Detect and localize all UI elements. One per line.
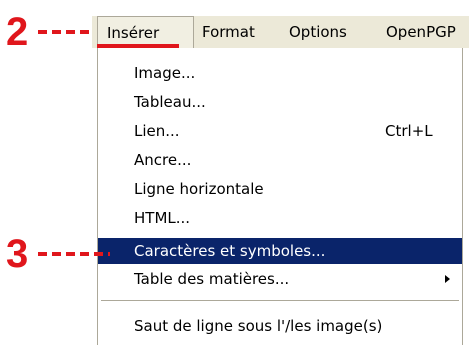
menu-separator	[101, 300, 459, 302]
menu-item-horizontal-line-label: Ligne horizontale	[134, 180, 264, 198]
menu-item-link-shortcut: Ctrl+L	[385, 122, 433, 140]
menu-item-anchor[interactable]: Ancre...	[98, 147, 462, 173]
menu-format-label: Format	[202, 23, 255, 41]
step-3-number: 3	[6, 232, 29, 276]
menu-item-image-label: Image...	[134, 64, 196, 82]
submenu-arrow-icon	[445, 275, 450, 283]
menu-insert-label: Insérer	[107, 24, 160, 42]
menu-item-characters-symbols[interactable]: Caractères et symboles...	[98, 238, 462, 264]
menu-format[interactable]: Format	[202, 16, 255, 48]
menu-options[interactable]: Options	[289, 16, 347, 48]
menu-item-table-of-contents-label: Table des matières...	[134, 270, 290, 288]
menu-item-line-break-images[interactable]: Saut de ligne sous l'/les image(s)	[98, 313, 462, 339]
menu-item-image[interactable]: Image...	[98, 60, 462, 86]
menu-item-table-of-contents[interactable]: Table des matières...	[98, 266, 462, 292]
step-2-annotation: 2	[6, 10, 104, 54]
menu-item-characters-symbols-label: Caractères et symboles...	[134, 242, 326, 260]
menu-item-horizontal-line[interactable]: Ligne horizontale	[98, 176, 462, 202]
menu-item-html[interactable]: HTML...	[98, 205, 462, 231]
menu-bar: Insérer Format Options OpenPGP	[92, 16, 469, 50]
menu-item-html-label: HTML...	[134, 209, 191, 227]
menu-options-label: Options	[289, 23, 347, 41]
step-2-number: 2	[6, 10, 29, 54]
menu-openpgp-label: OpenPGP	[386, 23, 456, 41]
insert-dropdown-menu: Image... Tableau... Lien... Ctrl+L Ancre…	[97, 48, 463, 345]
menu-item-table-label: Tableau...	[134, 93, 206, 111]
menu-item-link-label: Lien...	[134, 122, 180, 140]
menu-item-line-break-images-label: Saut de ligne sous l'/les image(s)	[134, 317, 383, 335]
menu-item-link[interactable]: Lien... Ctrl+L	[98, 118, 462, 144]
menu-item-anchor-label: Ancre...	[134, 151, 192, 169]
step-3-dashed-pointer	[38, 252, 110, 256]
menu-item-table[interactable]: Tableau...	[98, 89, 462, 115]
step-3-annotation: 3	[6, 234, 110, 274]
menu-openpgp[interactable]: OpenPGP	[386, 16, 456, 48]
